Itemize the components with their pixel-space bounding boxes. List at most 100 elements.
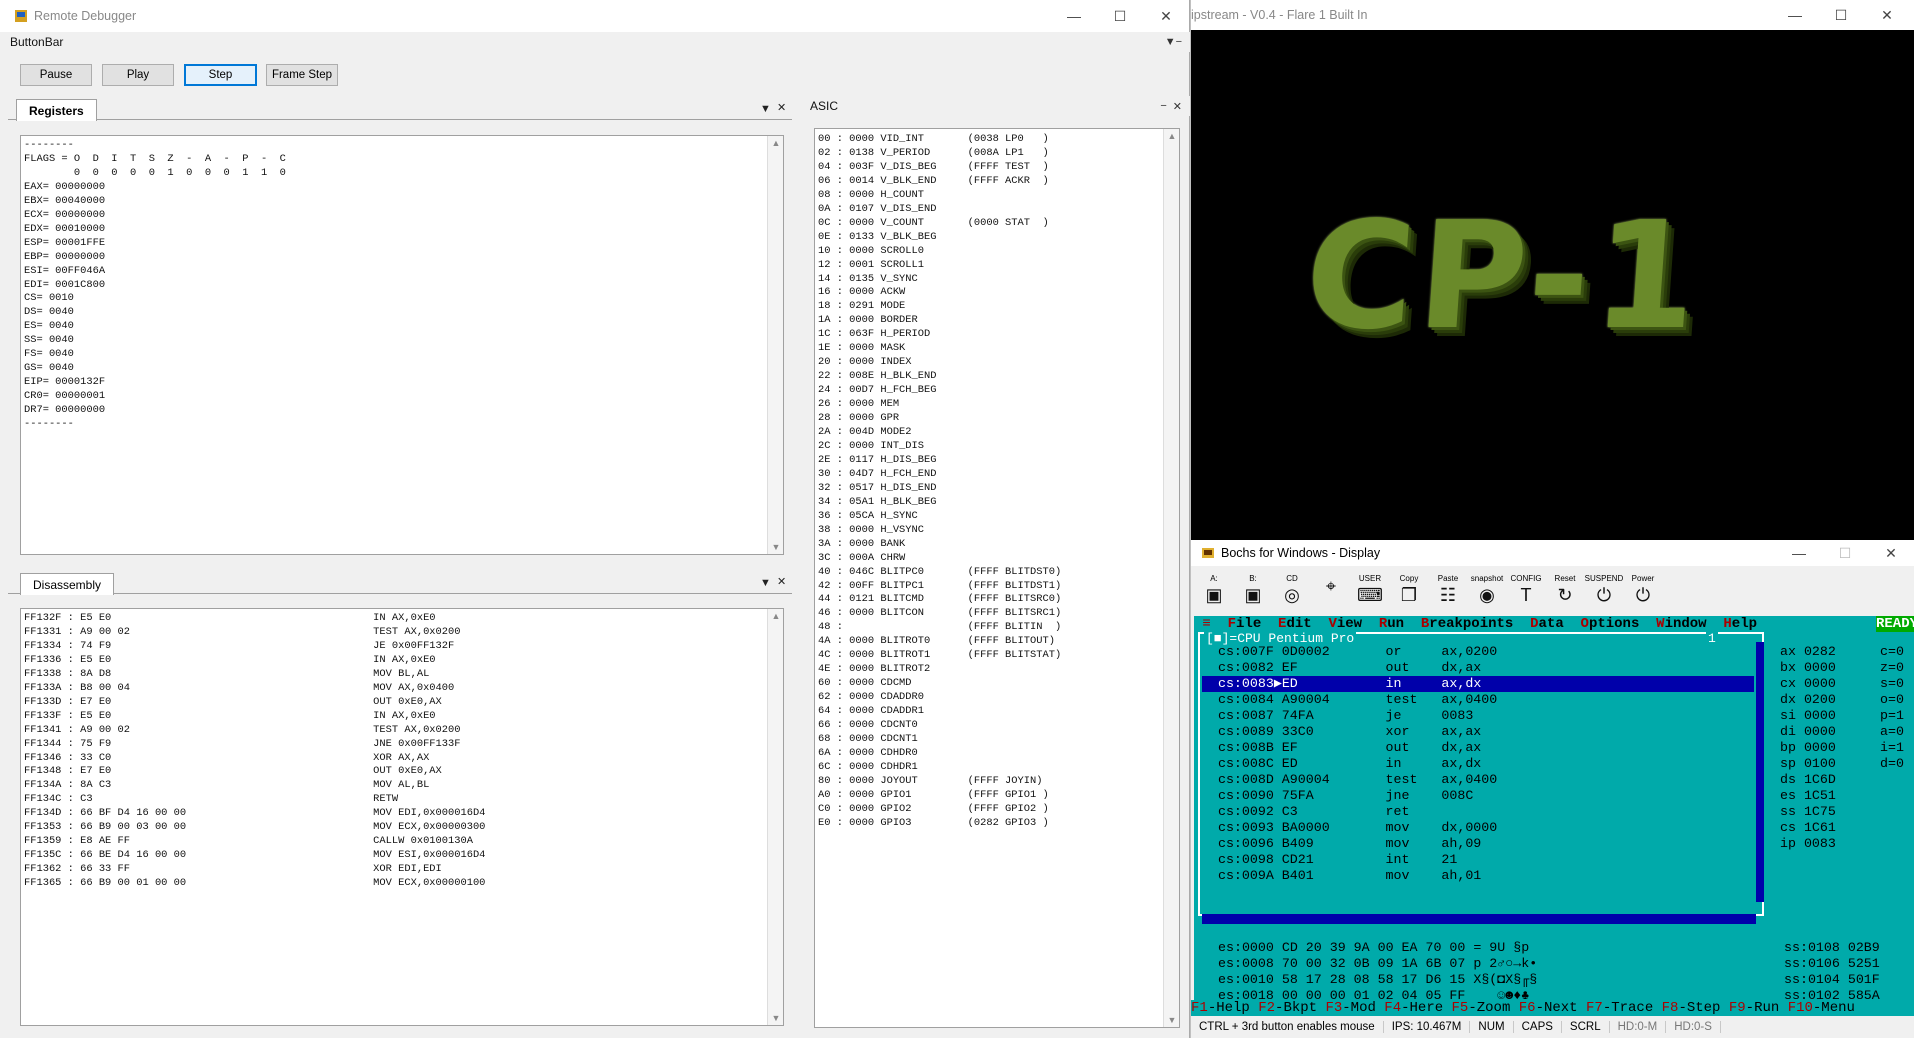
flag-value: i=1	[1880, 740, 1904, 755]
maximize-icon[interactable]: ☐	[1818, 7, 1864, 24]
minimize-icon[interactable]: —	[1776, 545, 1822, 562]
disasm-line[interactable]: cs:0096 B409 mov ah,09	[1202, 836, 1754, 852]
fkey-f3[interactable]: F3-Mod	[1325, 1000, 1384, 1016]
minimize-icon[interactable]: —	[1051, 8, 1097, 25]
cpu-hscrollbar[interactable]	[1202, 914, 1756, 924]
asic-pin-icon[interactable]: −	[1160, 100, 1166, 112]
asic-close-icon[interactable]: ✕	[1173, 100, 1182, 113]
cdrom-button[interactable]: CD ◎	[1275, 574, 1309, 610]
menu-run[interactable]: Run	[1379, 616, 1421, 632]
registers-dropdown-icon[interactable]: ▼	[760, 103, 771, 115]
disasm-line[interactable]: cs:008C ED in ax,dx	[1202, 756, 1754, 772]
register-value: ip 0083	[1780, 836, 1836, 851]
menu-edit[interactable]: Edit	[1278, 616, 1328, 632]
config-icon: T	[1520, 585, 1532, 605]
disassembly-dropdown-icon[interactable]: ▼	[760, 577, 771, 589]
disasm-line[interactable]: cs:008B EF out dx,ax	[1202, 740, 1754, 756]
fkey-f9[interactable]: F9-Run	[1729, 1000, 1788, 1016]
registers-text: -------- FLAGS = O D I T S Z - A - P - C…	[24, 139, 286, 431]
copy-button[interactable]: Copy ❐	[1392, 574, 1426, 610]
fkey-f1[interactable]: F1-Help	[1191, 1000, 1258, 1016]
asic-scrollbar[interactable]: ▲ ▼	[1163, 129, 1179, 1027]
disassembly-close-icon[interactable]: ✕	[777, 575, 786, 588]
fkey-f6[interactable]: F6-Next	[1519, 1000, 1586, 1016]
toolbar-label: Power	[1631, 574, 1655, 583]
play-button[interactable]: Play	[102, 64, 174, 86]
menu-options[interactable]: Options	[1581, 616, 1657, 632]
menu-file[interactable]: File	[1228, 616, 1278, 632]
reset-icon: ↻	[1557, 585, 1573, 605]
disasm-line[interactable]: cs:0083▶ED in ax,dx	[1202, 676, 1754, 692]
register-value: bx 0000	[1780, 660, 1836, 675]
cpu-scrollbar[interactable]	[1756, 642, 1764, 902]
minimize-icon[interactable]: —	[1772, 7, 1818, 24]
debugger-menubar[interactable]: ≡ File Edit View Run Breakpoints Data Op…	[1194, 616, 1914, 632]
register-value: ss 1C75	[1780, 804, 1836, 819]
disasm-line[interactable]: cs:009A B401 mov ah,01	[1202, 868, 1754, 884]
disasm-line[interactable]: cs:0087 74FA je 0083	[1202, 708, 1754, 724]
close-icon[interactable]: ✕	[1868, 545, 1914, 562]
paste-button[interactable]: Paste ☷	[1431, 574, 1465, 610]
toolbar-label: CD	[1286, 574, 1298, 583]
disassembly-scrollbar[interactable]: ▲ ▼	[767, 609, 783, 1025]
power-button[interactable]: Power ⏻	[1626, 574, 1660, 610]
flag-value: d=0	[1880, 756, 1904, 771]
disasm-line[interactable]: cs:0092 C3 ret	[1202, 804, 1754, 820]
toolbar-label: CONFIG	[1510, 574, 1542, 583]
disasm-line[interactable]: cs:008D A90004 test ax,0400	[1202, 772, 1754, 788]
disasm-line[interactable]: cs:0090 75FA jne 008C	[1202, 788, 1754, 804]
step-button[interactable]: Step	[184, 64, 257, 86]
cdrom-icon: ◎	[1284, 585, 1300, 605]
disasm-line[interactable]: cs:007F 0D0002 or ax,0200	[1202, 644, 1754, 660]
tab-registers[interactable]: Registers	[16, 99, 97, 121]
function-keys-bar: F1-Help F2-Bkpt F3-Mod F4-Here F5-Zoom F…	[1191, 1000, 1914, 1016]
flare-titlebar[interactable]: ipstream - V0.4 - Flare 1 Built In — ☐ ✕	[1191, 0, 1914, 30]
close-icon[interactable]: ✕	[1143, 8, 1189, 25]
reset-button[interactable]: Reset ↻	[1548, 574, 1582, 610]
mouse-button[interactable]: ⌖	[1314, 574, 1348, 610]
fkey-f2[interactable]: F2-Bkpt	[1258, 1000, 1325, 1016]
disasm-line[interactable]: cs:0084 A90004 test ax,0400	[1202, 692, 1754, 708]
menu-breakpoints[interactable]: Breakpoints	[1421, 616, 1530, 632]
close-icon[interactable]: ✕	[1864, 7, 1910, 24]
flag-value: z=0	[1880, 660, 1904, 675]
menu-view[interactable]: View	[1328, 616, 1378, 632]
fkey-f8[interactable]: F8-Step	[1662, 1000, 1729, 1016]
maximize-icon[interactable]: ☐	[1822, 545, 1868, 562]
fkey-f4[interactable]: F4-Here	[1384, 1000, 1451, 1016]
system-menu-icon[interactable]: ≡	[1194, 616, 1228, 632]
disasm-line[interactable]: cs:0098 CD21 int 21	[1202, 852, 1754, 868]
menu-data[interactable]: Data	[1530, 616, 1580, 632]
status-field: HD:0-M	[1610, 1021, 1667, 1033]
registers-scrollbar[interactable]: ▲ ▼	[767, 136, 783, 554]
fkey-f7[interactable]: F7-Trace	[1586, 1000, 1662, 1016]
pause-button[interactable]: Pause	[20, 64, 92, 86]
stack-line: ss:0108 02B9	[1784, 940, 1880, 955]
user-keyboard-button[interactable]: USER ⌨	[1353, 574, 1387, 610]
dump-line: es:0000 CD 20 39 9A 00 EA 70 00 = 9U §p	[1218, 940, 1530, 955]
disasm-line[interactable]: cs:0089 33C0 xor ax,ax	[1202, 724, 1754, 740]
pin-icon[interactable]: ▼​−	[1165, 36, 1182, 48]
tab-disassembly[interactable]: Disassembly	[20, 573, 115, 595]
fkey-f5[interactable]: F5-Zoom	[1452, 1000, 1519, 1016]
snapshot-button[interactable]: snapshot ◉	[1470, 574, 1504, 610]
register-value: di 0000	[1780, 724, 1836, 739]
floppy-a-button[interactable]: A: ▣	[1197, 574, 1231, 610]
fkey-f10[interactable]: F10-Menu	[1788, 1000, 1864, 1016]
maximize-icon[interactable]: ☐	[1097, 8, 1143, 25]
flare-window: ipstream - V0.4 - Flare 1 Built In — ☐ ✕…	[1191, 0, 1914, 540]
bochs-debugger-screen[interactable]: ≡ File Edit View Run Breakpoints Data Op…	[1194, 616, 1914, 1016]
registers-close-icon[interactable]: ✕	[777, 101, 786, 114]
disasm-line[interactable]: cs:0093 BA0000 mov dx,0000	[1202, 820, 1754, 836]
ready-indicator: READY	[1876, 616, 1914, 632]
menu-help[interactable]: Help	[1723, 616, 1773, 632]
config-button[interactable]: CONFIG T	[1509, 574, 1543, 610]
frame-step-button[interactable]: Frame Step	[266, 64, 338, 86]
suspend-button[interactable]: SUSPEND ⏻	[1585, 574, 1624, 610]
bochs-titlebar[interactable]: Bochs for Windows - Display — ☐ ✕	[1191, 540, 1914, 566]
remote-debugger-titlebar[interactable]: Remote Debugger — ☐ ✕	[0, 0, 1189, 32]
disasm-line[interactable]: cs:0082 EF out dx,ax	[1202, 660, 1754, 676]
floppy-b-button[interactable]: B: ▣	[1236, 574, 1270, 610]
status-field: CAPS	[1514, 1021, 1562, 1033]
menu-window[interactable]: Window	[1656, 616, 1723, 632]
